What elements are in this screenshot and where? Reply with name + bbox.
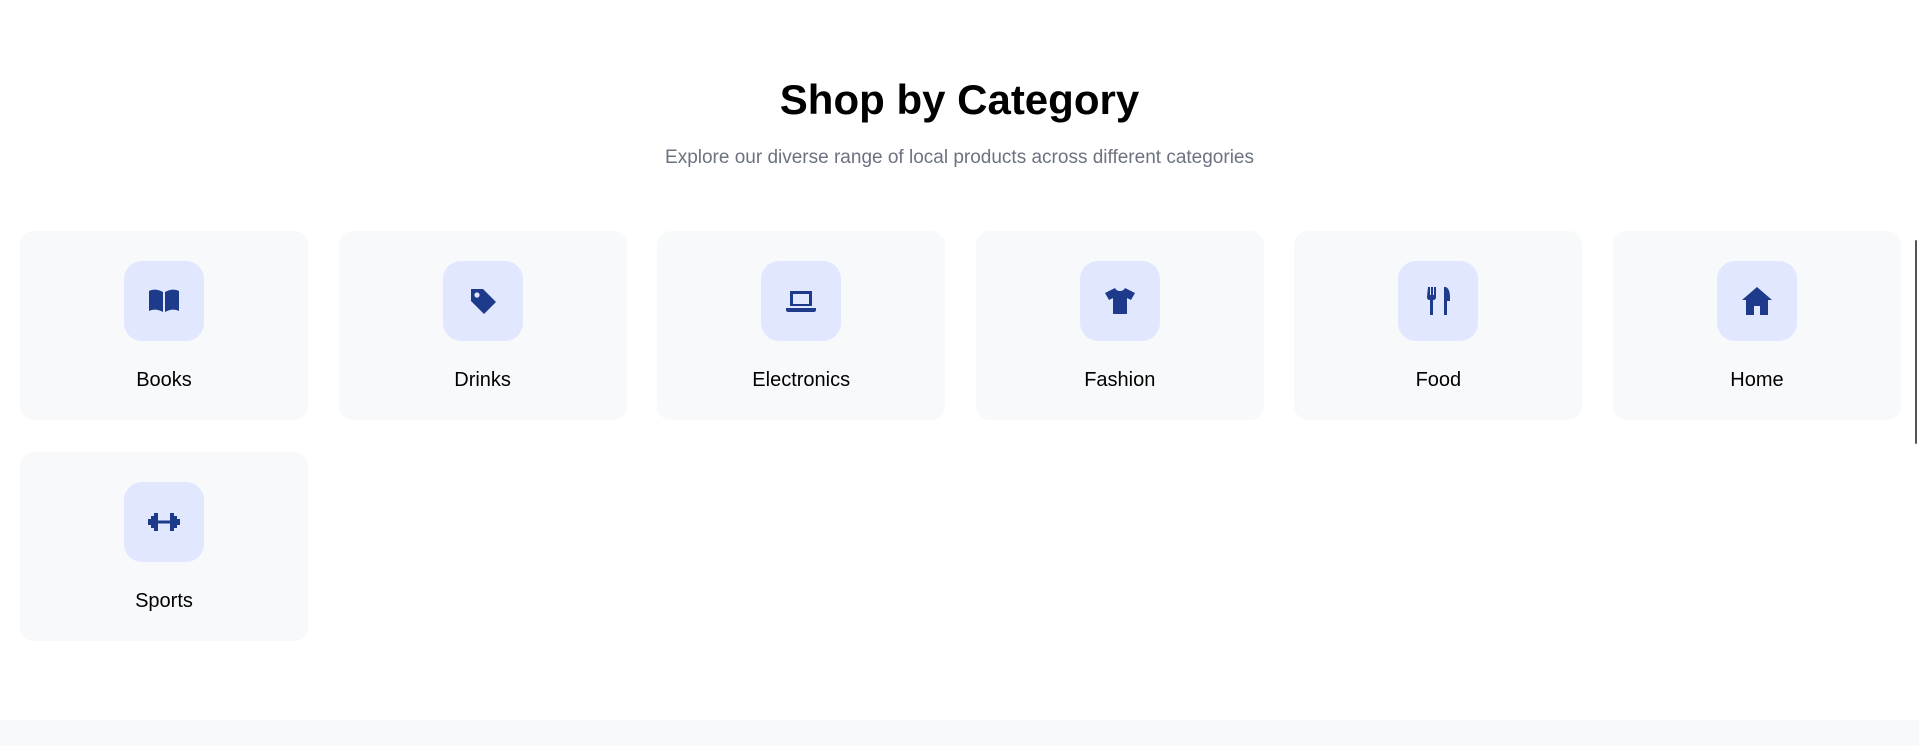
category-label: Drinks [454,369,511,391]
category-card-books[interactable]: Books [20,231,308,420]
category-label: Sports [135,590,193,612]
tag-icon [442,261,523,341]
category-card-sports[interactable]: Sports [20,452,308,641]
laptop-icon [761,261,842,341]
category-card-electronics[interactable]: Electronics [657,231,946,420]
utensils-icon [1398,261,1479,341]
category-grid: Books Drinks Electronics Fashion Food Ho… [20,231,1901,641]
section-subtitle: Explore our diverse range of local produ… [665,147,1254,168]
scrollbar[interactable] [1915,240,1917,444]
category-section: Shop by Category Explore our diverse ran… [0,0,1919,720]
category-card-drinks[interactable]: Drinks [338,231,627,420]
shirt-icon [1079,261,1160,341]
category-label: Fashion [1084,369,1156,391]
house-icon [1716,261,1797,341]
section-title: Shop by Category [779,76,1140,123]
category-card-food[interactable]: Food [1294,231,1583,420]
book-icon [124,261,204,341]
category-card-home[interactable]: Home [1612,231,1901,420]
category-label: Books [136,369,192,391]
category-card-fashion[interactable]: Fashion [975,231,1264,420]
category-label: Electronics [752,369,851,391]
dumbbell-icon [124,482,204,562]
footer-band [0,720,1919,746]
category-label: Food [1415,369,1462,391]
category-label: Home [1730,369,1784,391]
